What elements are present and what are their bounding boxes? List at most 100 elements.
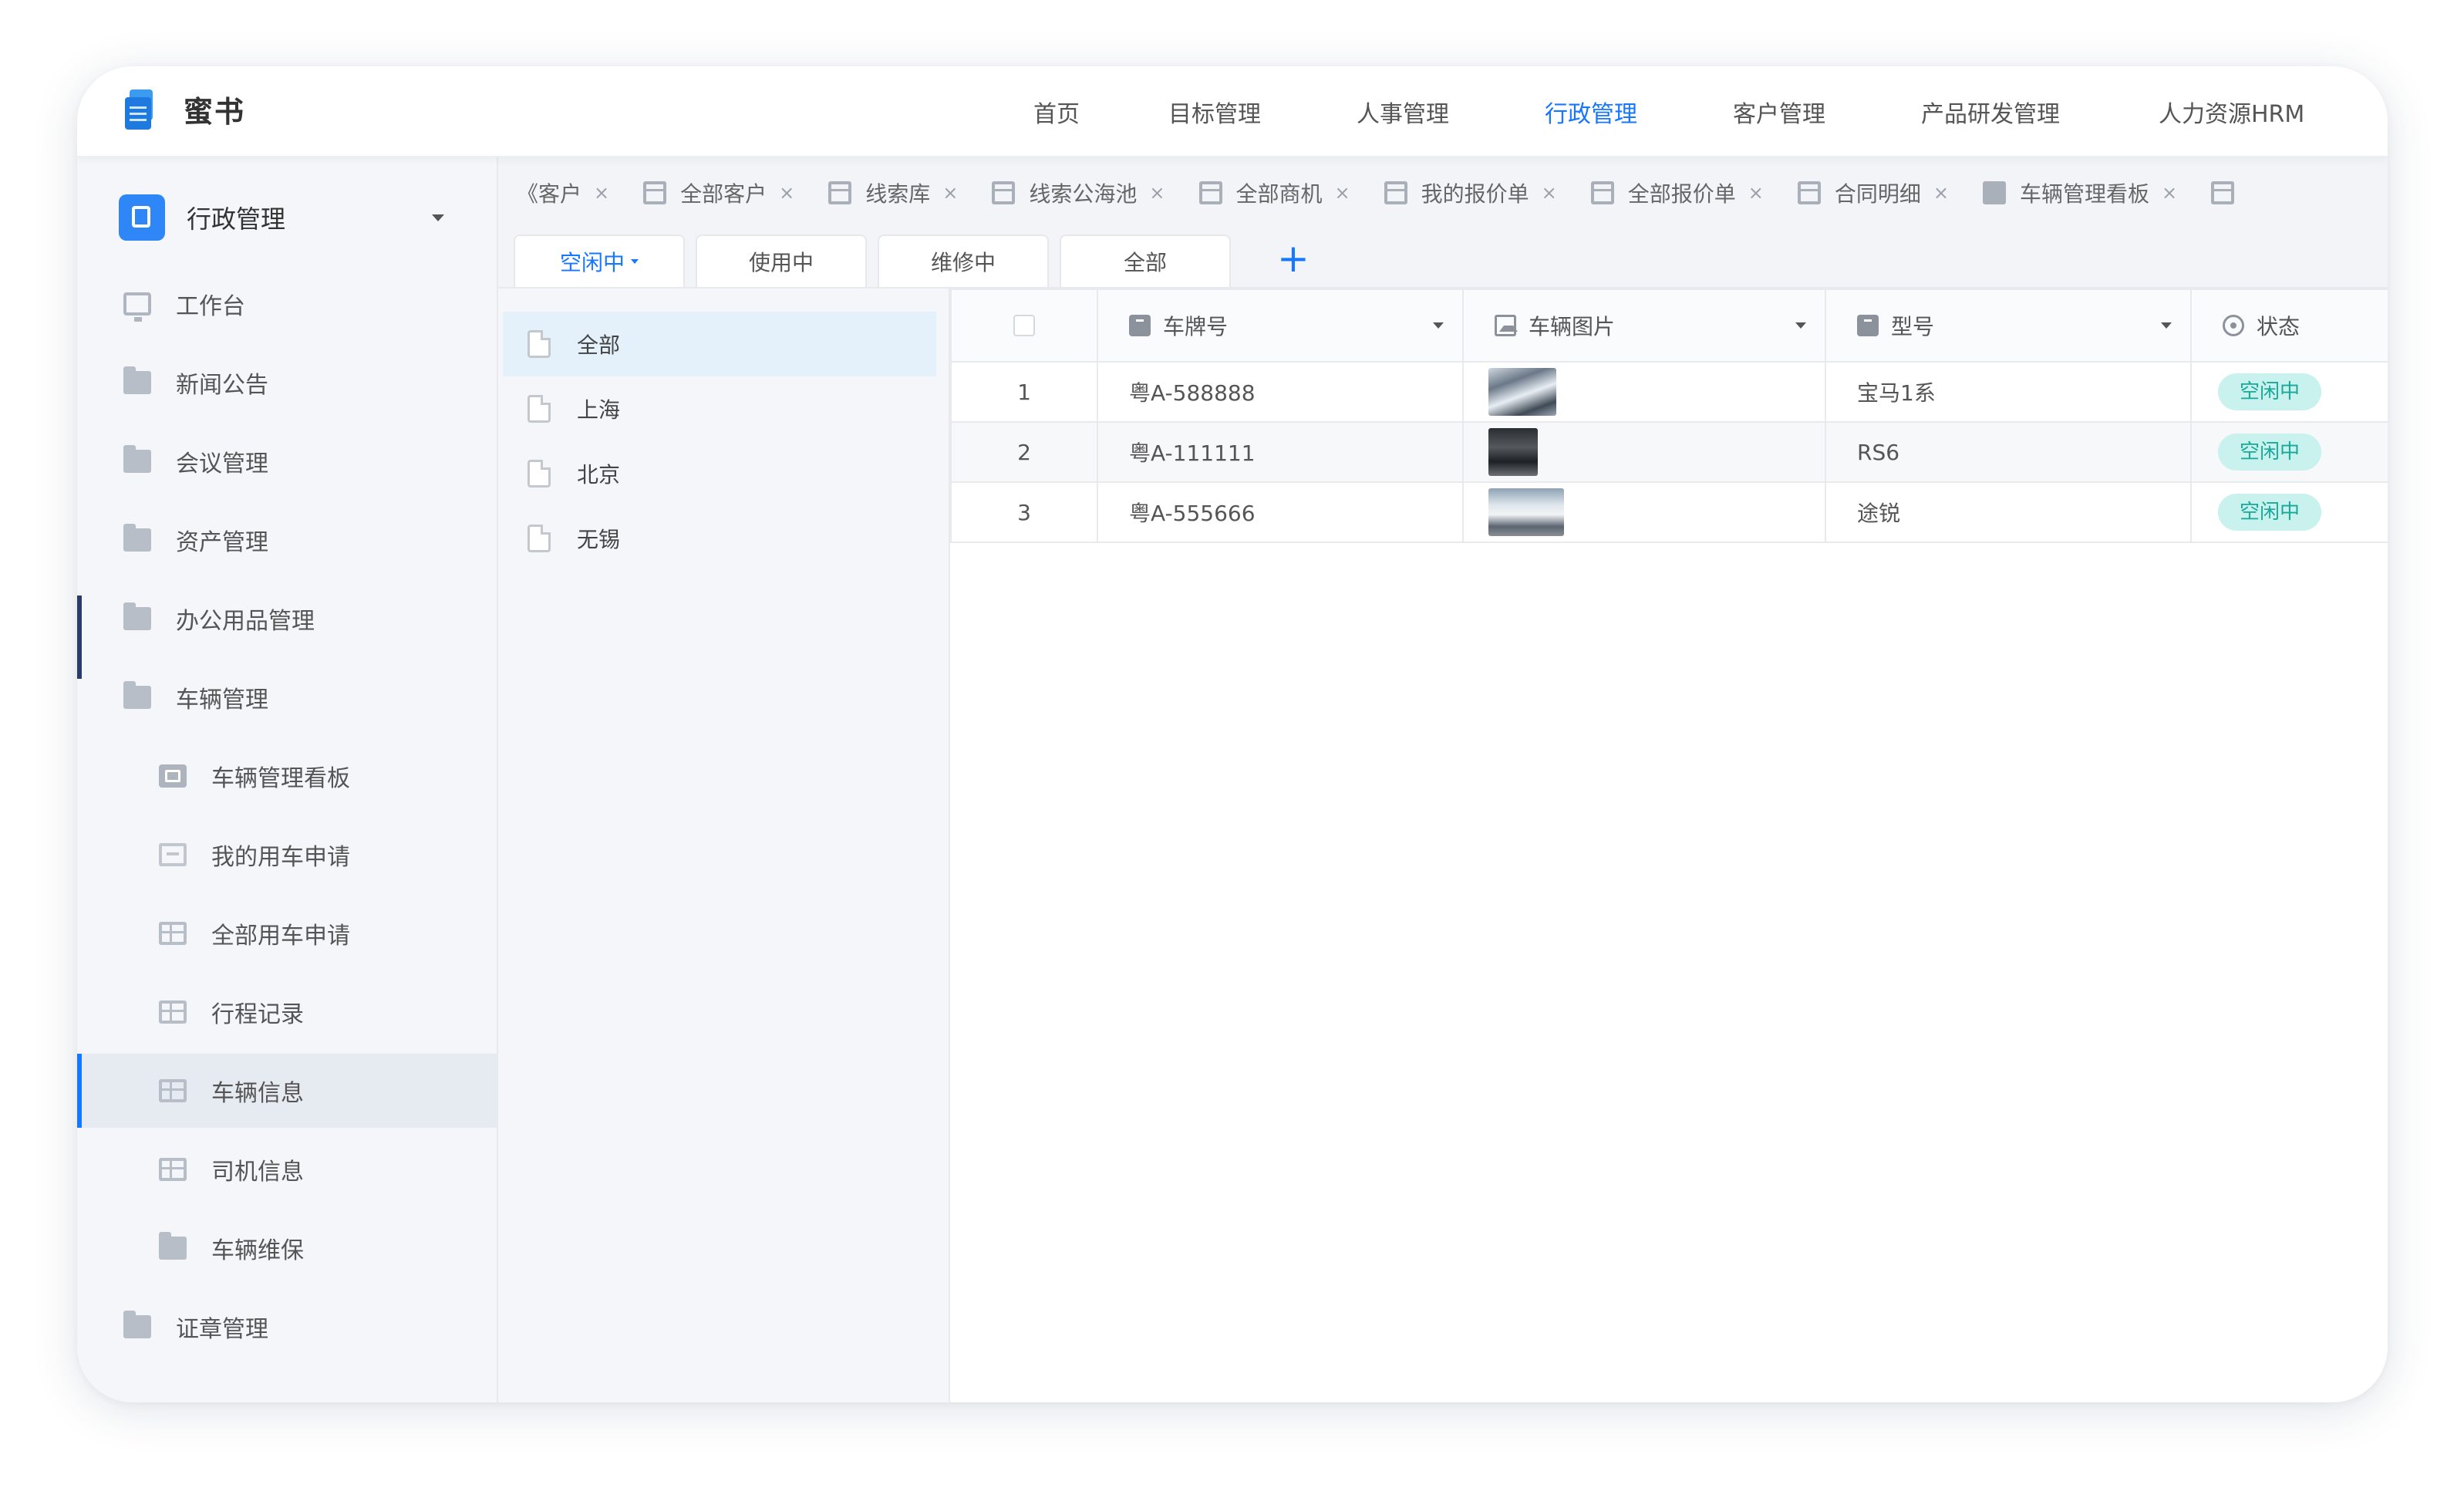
close-icon[interactable]: × [1542,182,1557,204]
status-badge: 空闲中 [2218,434,2322,471]
close-icon[interactable]: × [594,182,609,204]
status-tab-repair[interactable]: 维修中 [878,235,1049,287]
vehicle-table: 车牌号 车辆图片 型号 状态 1 粤A-588888 宝马1系 空闲中 2 粤A… [950,288,2388,543]
vehicle-thumbnail[interactable] [1488,428,1538,476]
plate-cell[interactable]: 粤A-588888 [1097,361,1464,423]
brand[interactable]: 蜜书 [125,88,245,130]
status-tab-label: 使用中 [748,250,814,275]
sidebar-item-news[interactable]: 新闻公告 [77,346,498,420]
sidebar-item-meetings[interactable]: 会议管理 [77,424,498,498]
status-tab-in-use[interactable]: 使用中 [696,235,867,287]
column-header-plate[interactable]: 车牌号 [1097,288,1464,363]
image-cell[interactable] [1462,421,1826,483]
table-row[interactable]: 2 粤A-111111 RS6 空闲中 [950,421,2388,483]
view-tab-vehicle-dashboard[interactable]: 车辆管理看板 × [1983,177,2177,208]
close-icon[interactable]: × [779,182,794,204]
model-cell[interactable]: 宝马1系 [1825,361,2192,423]
model-cell[interactable]: RS6 [1825,421,2192,483]
table-icon [643,181,667,204]
sidebar-item-workbench[interactable]: 工作台 [77,267,498,341]
group-list-panel: 全部 上海 北京 无锡 [498,288,950,1402]
column-header-status[interactable]: 状态 [2190,288,2388,363]
folder-open-icon [123,681,151,709]
folder-icon [159,1232,187,1260]
view-tab-my-quotes[interactable]: 我的报价单 × [1384,177,1557,208]
status-tab-idle[interactable]: 空闲中 [514,235,685,287]
close-icon[interactable]: × [1748,182,1764,204]
workspace-switcher[interactable]: 行政管理 [119,190,466,245]
add-view-button[interactable]: + [1277,235,1310,287]
status-tab-all[interactable]: 全部 [1060,235,1231,287]
status-cell[interactable]: 空闲中 [2190,481,2388,543]
sidebar-item-trip-records[interactable]: 行程记录 [77,975,498,1049]
view-tab-overflow[interactable] [2211,181,2248,204]
plate-cell[interactable]: 粤A-555666 [1097,481,1464,543]
topnav-item-product[interactable]: 产品研发管理 [1921,95,2159,129]
table-icon [159,1158,187,1181]
plate-cell[interactable]: 粤A-111111 [1097,421,1464,483]
sidebar-item-assets[interactable]: 资产管理 [77,503,498,577]
sidebar-item-vehicle-maintenance[interactable]: 车辆维保 [77,1211,498,1285]
close-icon[interactable]: × [1149,182,1165,204]
sidebar-item-seals[interactable]: 证章管理 [77,1290,498,1364]
topnav-item-hrm[interactable]: 人力资源HRM [2159,95,2304,129]
group-item-all[interactable]: 全部 [503,312,936,376]
close-icon[interactable]: × [1335,182,1350,204]
view-tab-leads[interactable]: 线索库 × [828,177,958,208]
column-header-image[interactable]: 车辆图片 [1462,288,1826,363]
table-row[interactable]: 1 粤A-588888 宝马1系 空闲中 [950,361,2388,423]
column-header-model[interactable]: 型号 [1825,288,2192,363]
view-tab-all-customers[interactable]: 全部客户 × [643,177,794,208]
table-icon [159,922,187,945]
group-item-label: 无锡 [577,527,621,552]
model-cell[interactable]: 途锐 [1825,481,2192,543]
select-all-checkbox[interactable] [1013,315,1035,336]
sidebar-item-all-car-requests[interactable]: 全部用车申请 [77,896,498,970]
topnav-item-home[interactable]: 首页 [1033,95,1168,129]
caret-down-icon[interactable] [1433,322,1444,329]
sidebar-item-vehicle-dashboard[interactable]: 车辆管理看板 [77,739,498,813]
topnav-item-customers[interactable]: 客户管理 [1733,95,1921,129]
sidebar-item-office-supplies[interactable]: 办公用品管理 [77,582,498,656]
group-item-beijing[interactable]: 北京 [503,441,936,506]
table-icon [159,1079,187,1102]
app-window: 蜜书 首页 目标管理 人事管理 行政管理 客户管理 产品研发管理 人力资源HRM… [77,66,2388,1402]
view-tab-label: 全部客户 [680,181,767,207]
sidebar-item-label: 司机信息 [211,1159,304,1186]
group-item-shanghai[interactable]: 上海 [503,376,936,441]
group-item-wuxi[interactable]: 无锡 [503,506,936,571]
sidebar-item-driver-info[interactable]: 司机信息 [77,1132,498,1206]
table-icon [828,181,852,204]
view-tab-contract-details[interactable]: 合同明细 × [1797,177,1949,208]
close-icon[interactable]: × [942,182,958,204]
group-item-label: 全部 [577,332,621,358]
row-index: 2 [950,421,1098,483]
vehicle-thumbnail[interactable] [1488,368,1556,416]
view-tab-lead-pool[interactable]: 线索公海池 × [992,177,1165,208]
image-cell[interactable] [1462,361,1826,423]
topnav-item-goals[interactable]: 目标管理 [1168,95,1357,129]
sidebar-item-my-car-requests[interactable]: 我的用车申请 [77,818,498,892]
topnav-item-admin[interactable]: 行政管理 [1545,95,1733,129]
table-icon [1590,181,1614,204]
view-tab-all-opportunities[interactable]: 全部商机 × [1198,177,1350,208]
caret-down-icon[interactable] [2161,322,2172,329]
view-tab-back-customers[interactable]: 《客户 × [517,177,609,208]
caret-down-icon[interactable] [1795,322,1806,329]
image-cell[interactable] [1462,481,1826,543]
close-icon[interactable]: × [2162,182,2177,204]
sidebar-item-vehicles[interactable]: 车辆管理 [77,660,498,734]
sidebar-item-label: 行程记录 [211,1001,304,1028]
status-field-icon [2223,315,2244,336]
close-icon[interactable]: × [1933,182,1949,204]
view-tab-all-quotes[interactable]: 全部报价单 × [1590,177,1764,208]
group-item-label: 上海 [577,397,621,423]
sidebar-item-vehicle-info[interactable]: 车辆信息 [77,1054,498,1128]
view-tab-label: 线索库 [865,181,931,207]
status-cell[interactable]: 空闲中 [2190,421,2388,483]
table-row[interactable]: 3 粤A-555666 途锐 空闲中 [950,481,2388,543]
topnav-item-hr[interactable]: 人事管理 [1357,95,1545,129]
vehicle-thumbnail[interactable] [1488,488,1564,536]
table-icon [1797,181,1821,204]
status-cell[interactable]: 空闲中 [2190,361,2388,423]
